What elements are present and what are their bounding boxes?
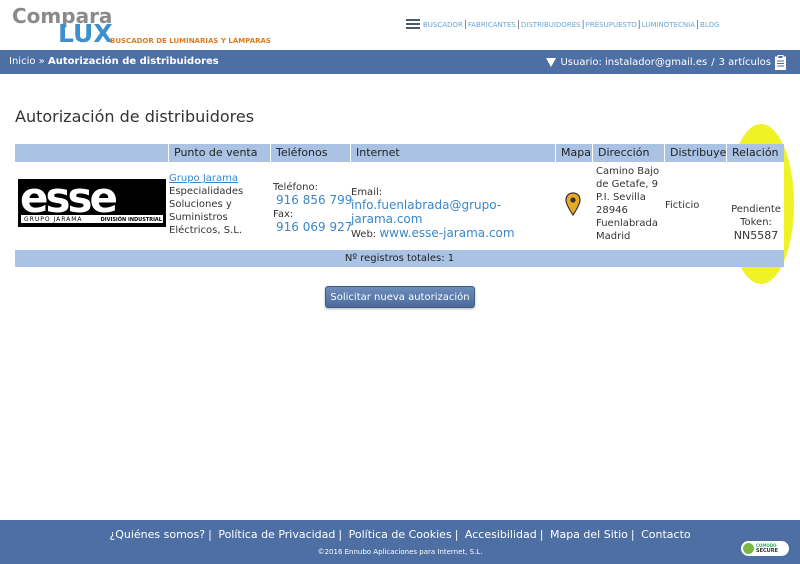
- cart-count[interactable]: 3 artículos: [719, 57, 771, 68]
- breadcrumb-home[interactable]: Inicio: [9, 56, 35, 67]
- relacion-cell: Pendiente Token: NN5587: [728, 203, 784, 243]
- punto-desc-line: Eléctricos, S.L.: [169, 225, 243, 236]
- esse-logo-group: GRUPO JARAMA: [24, 216, 83, 223]
- nav-distribuidores[interactable]: DISTRIBUIDORES: [521, 21, 581, 29]
- punto-desc-line: Soluciones y: [169, 199, 232, 210]
- relation-status: Pendiente: [731, 204, 781, 215]
- footer-link-privacy[interactable]: Política de Privacidad: [218, 528, 335, 541]
- table-row: esse GRUPO JARAMA DIVISIÓN INDUSTRIAL Gr…: [15, 162, 784, 250]
- col-punto-venta: Punto de venta: [168, 144, 270, 162]
- page-title: Autorización de distribuidores: [15, 107, 255, 126]
- site-header: Compara LUX BUSCADOR DE LUMINARIAS Y LÁM…: [0, 0, 800, 50]
- logo-lux-text: LUX: [58, 19, 113, 48]
- table-header: Punto de venta Teléfonos Internet Mapa D…: [15, 144, 784, 162]
- address-line: P.I. Sevilla: [596, 192, 646, 203]
- col-mapa: Mapa: [555, 144, 592, 162]
- email-label: Email:: [351, 187, 383, 198]
- footer-links: ¿Quiénes somos? | Política de Privacidad |…: [109, 528, 691, 541]
- breadcrumb: Inicio » Autorización de distribuidores: [9, 56, 219, 67]
- breadcrumb-separator: »: [38, 56, 45, 67]
- nav-buscador[interactable]: BUSCADOR: [423, 21, 463, 29]
- direccion-cell: Camino Bajo de Getafe, 9 P.I. Sevilla 28…: [596, 165, 664, 243]
- footer-link-accessibility[interactable]: Accesibilidad: [465, 528, 537, 541]
- col-logo: [15, 144, 168, 162]
- distribuye-cell: Ficticio: [665, 200, 700, 211]
- lock-icon: [743, 543, 754, 554]
- user-label[interactable]: Usuario: instalador@gmail.es: [560, 57, 707, 68]
- badge-bottom-text: SECURE: [756, 548, 779, 554]
- comparalux-logo[interactable]: Compara LUX BUSCADOR DE LUMINARIAS Y LÁM…: [12, 4, 271, 48]
- distributor-link[interactable]: Grupo Jarama: [169, 173, 238, 184]
- nav-fabricantes[interactable]: FABRICANTES: [468, 21, 516, 29]
- footer-link-contact[interactable]: Contacto: [641, 528, 691, 541]
- phone-label: Teléfono:: [273, 182, 318, 193]
- user-divider: /: [711, 56, 715, 68]
- footer-link-about[interactable]: ¿Quiénes somos?: [109, 528, 205, 541]
- nav-presupuesto[interactable]: PRESUPUESTO: [586, 21, 637, 29]
- phone-value[interactable]: 916 856 799: [276, 193, 352, 207]
- address-line: Madrid: [596, 231, 631, 242]
- esse-logo-division: DIVISIÓN INDUSTRIAL: [100, 217, 162, 223]
- col-telefonos: Teléfonos: [270, 144, 350, 162]
- nav-luminotecnia[interactable]: LUMINOTECNIA: [642, 21, 695, 29]
- breadcrumb-bar: Inicio » Autorización de distribuidores …: [0, 50, 800, 74]
- col-internet: Internet: [350, 144, 555, 162]
- web-label: Web:: [351, 229, 377, 240]
- footer-link-sitemap[interactable]: Mapa del Sitio: [550, 528, 628, 541]
- punto-desc-line: Especialidades: [169, 186, 244, 197]
- footer-link-cookies[interactable]: Política de Cookies: [349, 528, 452, 541]
- address-line: de Getafe, 9: [596, 179, 659, 190]
- email-link[interactable]: info.fuenlabrada@grupo-jarama.com: [351, 198, 501, 226]
- fax-value: 916 069 927: [276, 220, 353, 234]
- esse-logo: esse GRUPO JARAMA DIVISIÓN INDUSTRIAL: [18, 173, 166, 227]
- top-navigation: BUSCADOR | FABRICANTES | DISTRIBUIDORES | P…: [406, 17, 719, 33]
- distributors-table: Punto de venta Teléfonos Internet Mapa D…: [15, 144, 784, 267]
- request-authorization-button[interactable]: Solicitar nueva autorización: [325, 286, 475, 308]
- copyright: ©2016 Ennubo Aplicaciones para Internet,…: [317, 548, 483, 556]
- col-distribuye: Distribuye: [664, 144, 726, 162]
- relation-token-label: Token:: [740, 217, 772, 228]
- table-footer: Nº registros totales: 1: [15, 250, 784, 267]
- col-direccion: Dirección: [592, 144, 664, 162]
- telefonos-cell: Teléfono: 916 856 799 Fax: 916 069 927: [273, 181, 353, 235]
- internet-cell: Email: info.fuenlabrada@grupo-jarama.com…: [351, 186, 556, 241]
- col-relacion: Relación: [726, 144, 784, 162]
- map-pin-icon[interactable]: [565, 192, 581, 216]
- logo-tagline: BUSCADOR DE LUMINARIAS Y LÁMPARAS: [110, 37, 271, 45]
- punto-venta-cell: Grupo Jarama Especialidades Soluciones y…: [169, 172, 269, 237]
- caret-down-icon[interactable]: [546, 57, 557, 67]
- nav-blog[interactable]: BLOG: [700, 21, 719, 29]
- fax-label: Fax:: [273, 209, 294, 220]
- address-line: Camino Bajo: [596, 166, 660, 177]
- clipboard-icon[interactable]: [775, 54, 786, 70]
- web-link[interactable]: www.esse-jarama.com: [379, 226, 514, 240]
- punto-desc-line: Suministros: [169, 212, 228, 223]
- address-line: Fuenlabrada: [596, 218, 659, 229]
- site-footer: ¿Quiénes somos? | Política de Privacidad |…: [0, 520, 800, 564]
- address-line: 28946: [596, 205, 628, 216]
- user-box: Usuario: instalador@gmail.es / 3 artícul…: [546, 54, 786, 70]
- comodo-secure-badge[interactable]: COMODO SECURE: [741, 541, 789, 556]
- breadcrumb-current: Autorización de distribuidores: [47, 56, 219, 67]
- menu-icon[interactable]: [406, 19, 420, 31]
- relation-token-value: NN5587: [733, 229, 779, 242]
